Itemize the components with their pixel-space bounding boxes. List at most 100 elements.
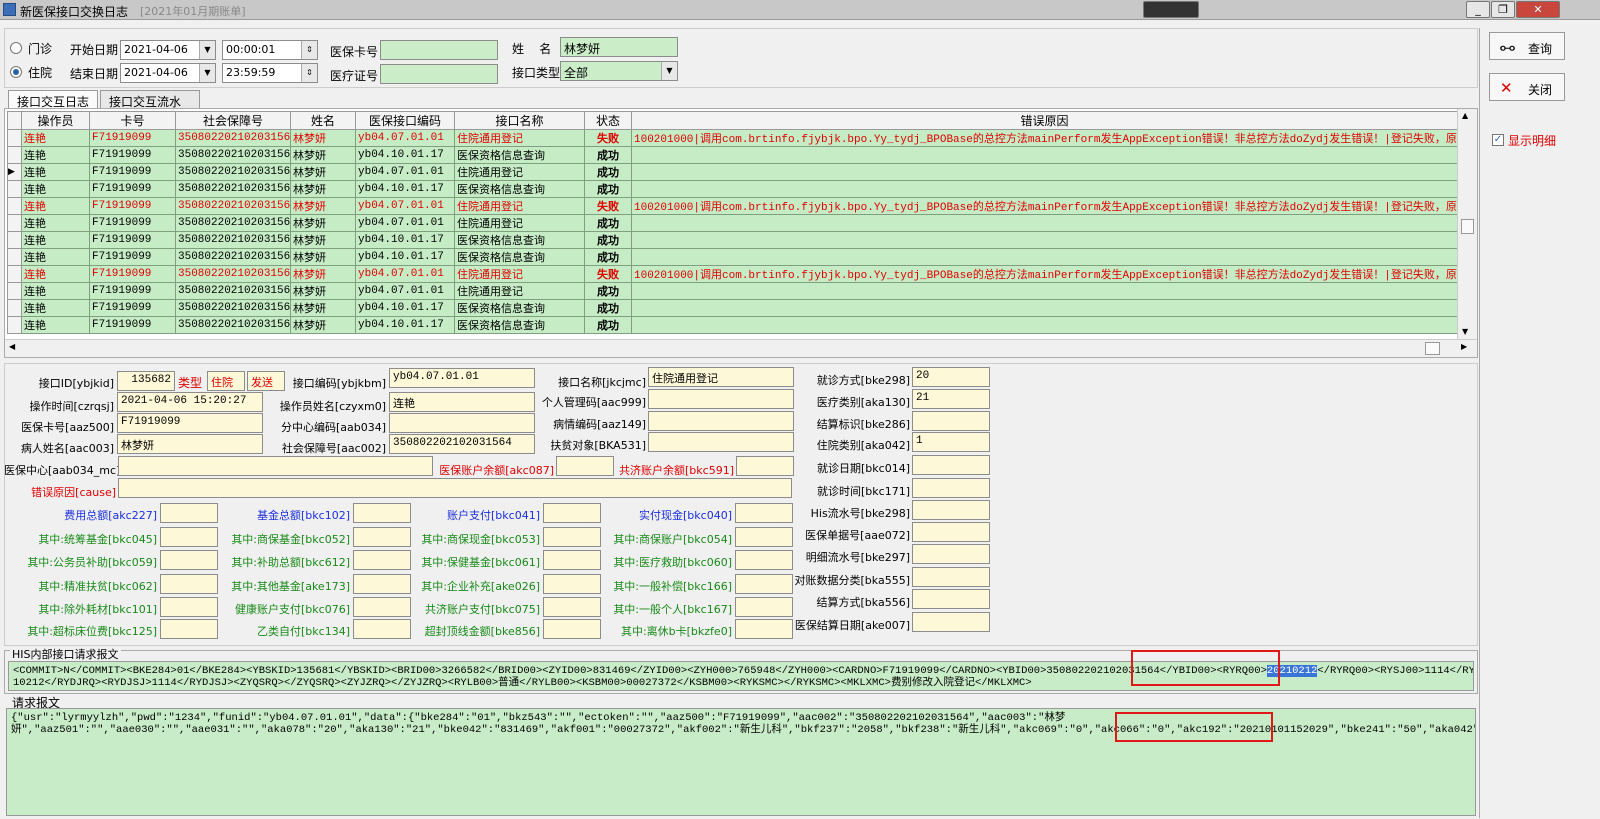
card-input[interactable] (380, 40, 498, 60)
right-field-input[interactable] (912, 522, 990, 542)
table-row[interactable]: 连艳 F71919099 350802202102031564 林梦妍 yb04.10.… (7, 146, 1458, 164)
hscroll-thumb[interactable] (1425, 342, 1440, 355)
start-time-spinner[interactable]: 00:00:01 ⇕ (222, 40, 318, 60)
row-indicator[interactable] (7, 214, 22, 232)
column-header[interactable]: 操作员 (21, 111, 90, 130)
ssn-field[interactable]: 350802202102031564 (389, 434, 535, 454)
row-indicator[interactable] (7, 282, 22, 300)
table-row[interactable]: 连艳 F71919099 350802202102031564 林梦妍 yb04.07.… (7, 282, 1458, 300)
right-field-input[interactable] (912, 589, 990, 609)
code-field[interactable]: yb04.07.01.01 (389, 368, 535, 388)
outpatient-radio[interactable] (10, 42, 22, 54)
scroll-down-icon[interactable]: ▼ (1462, 327, 1468, 336)
column-header[interactable]: 姓名 (290, 111, 356, 130)
scroll-thumb[interactable] (1461, 219, 1474, 234)
query-button[interactable]: ⧟ 查询 (1489, 32, 1565, 60)
disease-field[interactable] (648, 411, 794, 431)
mutual-field[interactable] (736, 456, 794, 476)
right-field-input[interactable] (912, 544, 990, 564)
end-time-spinner[interactable]: 23:59:59 ⇕ (222, 63, 318, 83)
finance-input[interactable] (735, 619, 793, 639)
spinner-icon[interactable]: ⇕ (301, 41, 317, 59)
right-field-input[interactable] (912, 455, 990, 475)
poverty-field[interactable] (648, 432, 794, 452)
table-row[interactable]: ▶ 连艳 F71919099 350802202102031564 林梦妍 yb04.07… (7, 163, 1458, 181)
table-row[interactable]: 连艳 F71919099 350802202102031564 林梦妍 yb04.07.… (7, 214, 1458, 232)
finance-input[interactable] (735, 503, 793, 523)
row-indicator[interactable] (7, 265, 22, 283)
scroll-up-icon[interactable]: ▲ (1462, 111, 1468, 120)
chevron-down-icon[interactable]: ▼ (199, 64, 215, 82)
show-detail-checkbox[interactable]: ✓ (1492, 134, 1504, 146)
tab-interface-flow[interactable]: 接口交互流水表 (100, 90, 200, 126)
center-mc-field[interactable] (118, 456, 433, 476)
cert-input[interactable] (380, 64, 498, 84)
close-button[interactable]: ✕ 关闭 (1489, 73, 1565, 101)
column-header[interactable]: 社会保障号 (175, 111, 291, 130)
right-field-input[interactable]: 21 (912, 389, 990, 409)
pcode-field[interactable] (648, 389, 794, 409)
row-indicator[interactable] (7, 299, 22, 317)
name-input[interactable]: 林梦妍 (560, 37, 678, 57)
optime-field[interactable]: 2021-04-06 15:20:27 (117, 392, 263, 412)
pname-field[interactable]: 林梦妍 (117, 434, 263, 454)
row-indicator[interactable] (7, 316, 22, 334)
spinner-icon[interactable]: ⇕ (301, 64, 317, 82)
iname-field[interactable]: 住院通用登记 (648, 367, 794, 387)
row-indicator[interactable] (7, 231, 22, 249)
scroll-right-icon[interactable]: ▶ (1461, 342, 1467, 351)
scroll-left-icon[interactable]: ◀ (9, 342, 15, 351)
row-indicator[interactable] (7, 129, 22, 147)
right-field-input[interactable] (912, 612, 990, 632)
restore-icon[interactable]: ❐ (1491, 1, 1515, 18)
column-header[interactable]: 医保接口编码 (355, 111, 455, 130)
inpatient-radio[interactable] (10, 66, 22, 78)
row-indicator[interactable] (7, 197, 22, 215)
minimize-icon[interactable]: _ (1466, 1, 1490, 18)
vertical-scrollbar[interactable]: ▲ ▼ (1457, 109, 1477, 339)
table-row[interactable]: 连艳 F71919099 350802202102031564 林梦妍 yb04.10.… (7, 231, 1458, 249)
chevron-down-icon[interactable]: ▼ (661, 62, 677, 80)
id-field[interactable]: 135682 (117, 371, 175, 391)
row-indicator[interactable]: ▶ (7, 163, 22, 181)
finance-input[interactable] (735, 574, 793, 594)
send-field[interactable]: 发送 (247, 371, 285, 391)
right-field-input[interactable] (912, 478, 990, 498)
card-detail-field[interactable]: F71919099 (117, 413, 263, 433)
cause-field[interactable] (118, 478, 792, 498)
finance-input[interactable] (735, 597, 793, 617)
right-field-input[interactable]: 20 (912, 367, 990, 387)
table-row[interactable]: 连艳 F71919099 350802202102031564 林梦妍 yb04.07.… (7, 129, 1458, 147)
close-window-icon[interactable]: ✕ (1516, 1, 1560, 18)
row-indicator[interactable] (7, 248, 22, 266)
right-field-input[interactable] (912, 411, 990, 431)
table-row[interactable]: 连艳 F71919099 350802202102031564 林梦妍 yb04.10.… (7, 180, 1458, 198)
row-indicator[interactable] (7, 180, 22, 198)
table-row[interactable]: 连艳 F71919099 350802202102031564 林梦妍 yb04.10.… (7, 316, 1458, 334)
right-field-input[interactable] (912, 567, 990, 587)
opname-field[interactable]: 连艳 (389, 392, 535, 412)
table-row[interactable]: 连艳 F71919099 350802202102031564 林梦妍 yb04.07.… (7, 265, 1458, 283)
type-select[interactable]: 全部 ▼ (560, 61, 678, 81)
column-header[interactable]: 状态 (584, 111, 632, 130)
finance-input[interactable] (735, 550, 793, 570)
end-date-picker[interactable]: 2021-04-06 ▼ (120, 63, 216, 83)
type-detail-field[interactable]: 住院 (207, 371, 245, 391)
right-field-input[interactable]: 1 (912, 432, 990, 452)
right-field-input[interactable] (912, 500, 990, 520)
tab-interface-log[interactable]: 接口交互日志 (8, 90, 98, 109)
table-row[interactable]: 连艳 F71919099 350802202102031564 林梦妍 yb04.10.… (7, 248, 1458, 266)
table-row[interactable]: 连艳 F71919099 350802202102031564 林梦妍 yb04.10.… (7, 299, 1458, 317)
row-indicator[interactable] (7, 146, 22, 164)
acct-field[interactable] (556, 456, 614, 476)
start-date-picker[interactable]: 2021-04-06 ▼ (120, 40, 216, 60)
column-header[interactable]: 卡号 (89, 111, 176, 130)
finance-input[interactable] (735, 527, 793, 547)
table-row[interactable]: 连艳 F71919099 350802202102031564 林梦妍 yb04.07.… (7, 197, 1458, 215)
center-field[interactable] (389, 413, 535, 433)
column-header[interactable]: 错误原因 (631, 111, 1458, 130)
horizontal-scrollbar[interactable]: ◀ ▶ (5, 339, 1477, 357)
chevron-down-icon[interactable]: ▼ (199, 41, 215, 59)
table-cell: 350802202102031564 (175, 316, 291, 334)
column-header[interactable]: 接口名称 (454, 111, 585, 130)
